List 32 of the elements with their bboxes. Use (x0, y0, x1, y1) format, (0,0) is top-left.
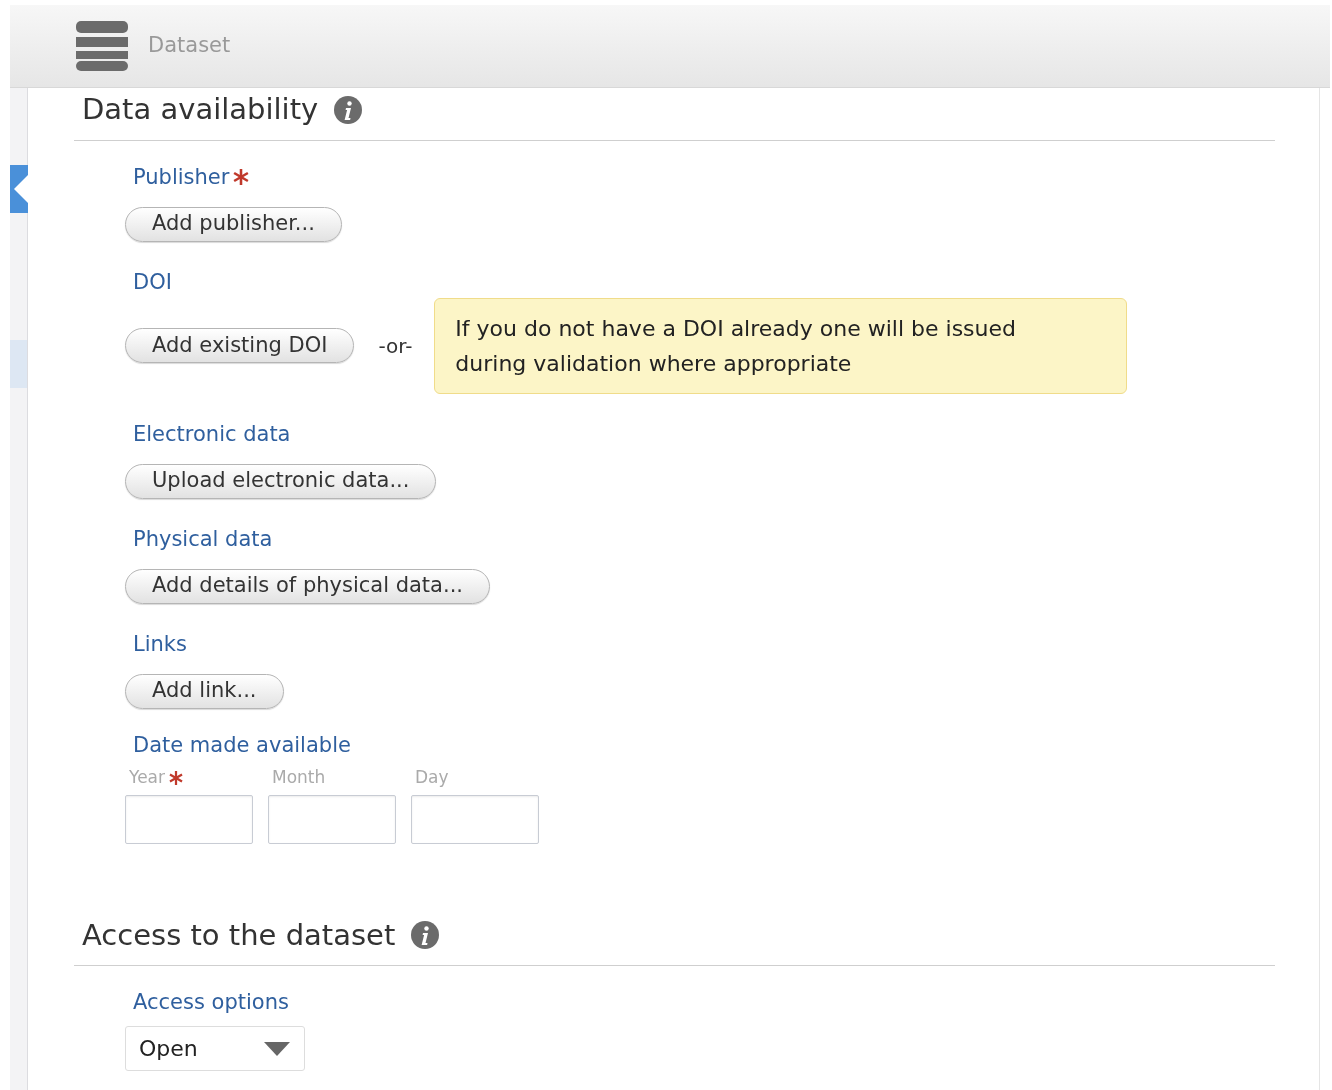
date-input-field[interactable] (125, 794, 253, 844)
separator-text: -or- (378, 332, 413, 360)
section-heading: Data availability (82, 91, 319, 128)
field-label: Access options (133, 989, 289, 1016)
field-label: Publisher (133, 163, 230, 191)
side-highlight (10, 340, 27, 388)
add-button[interactable]: Add details of physical data... (125, 568, 490, 604)
required-asterisk-icon (169, 770, 183, 785)
date-part-label: Day (415, 765, 449, 789)
field-label: Electronic data (133, 420, 291, 448)
date-input-field[interactable] (411, 794, 539, 844)
header-title: Dataset (148, 32, 231, 60)
collapse-tab[interactable] (10, 165, 28, 213)
info-icon[interactable] (411, 921, 440, 950)
date-part-label: Year (129, 765, 165, 789)
caret-icon (264, 1041, 290, 1056)
field-label: Date made available (133, 731, 351, 759)
database-icon (76, 21, 128, 71)
field-label: DOI (133, 268, 172, 296)
section-heading: Access to the dataset (82, 916, 396, 954)
date-part-label: Month (272, 765, 326, 789)
info-note: If you do not have a DOI already one will be issued during validation where appropriate (434, 297, 1128, 394)
date-input-field[interactable] (268, 794, 396, 844)
required-asterisk-icon (233, 168, 250, 185)
info-icon[interactable] (334, 95, 363, 124)
field-label: Links (133, 630, 187, 658)
add-button[interactable]: Add existing DOI (125, 328, 355, 363)
access-select[interactable]: Open (125, 1026, 305, 1071)
add-button[interactable]: Add publisher... (125, 206, 342, 242)
add-button[interactable]: Upload electronic data... (125, 463, 437, 499)
field-label: Physical data (133, 525, 273, 553)
add-button[interactable]: Add link... (125, 673, 284, 709)
